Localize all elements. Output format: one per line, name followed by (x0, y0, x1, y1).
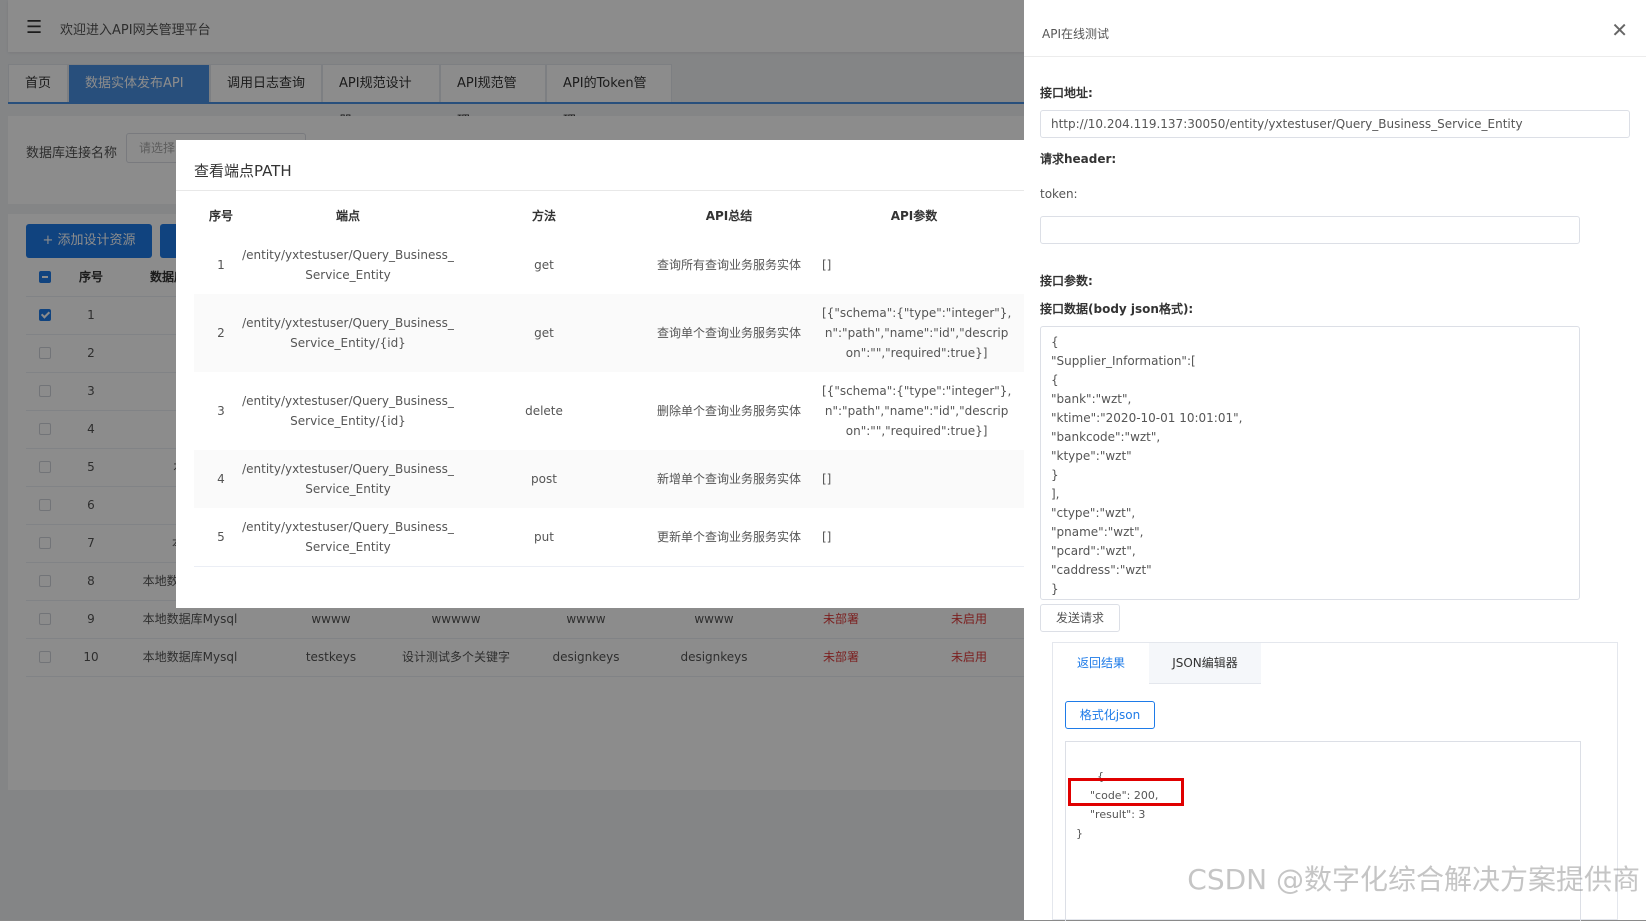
column-header: API参数 (890, 209, 938, 223)
cell-no: 5 (217, 530, 225, 544)
cell-path: /entity/yxtestuser/Query_Business_ Servi… (242, 520, 454, 554)
cell-path: /entity/yxtestuser/Query_Business_ Servi… (242, 394, 454, 428)
result-highlight-box (1068, 778, 1184, 806)
cell-params: [] (822, 472, 832, 486)
endpoint-row: 3/entity/yxtestuser/Query_Business_ Serv… (194, 372, 1056, 451)
watermark-text: CSDN @数字化综合解决方案提供商 (1187, 863, 1640, 896)
cell-params: [] (822, 530, 832, 544)
body-json-textarea[interactable]: { "Supplier_Information":[ { "bank":"wzt… (1040, 326, 1580, 600)
divider (1024, 56, 1646, 57)
cell-no: 4 (217, 472, 225, 486)
cell-method: put (534, 530, 554, 544)
cell-params: [] (822, 258, 832, 272)
column-header: API总结 (705, 209, 753, 223)
cell-method: get (534, 326, 554, 340)
divider (176, 190, 1056, 191)
api-test-drawer: API在线测试 ✕ 接口地址: http://10.204.119.137:30… (1024, 0, 1646, 921)
params-label: 接口参数: (1040, 274, 1093, 288)
endpoint-row: 1/entity/yxtestuser/Query_Business_ Serv… (194, 236, 1056, 295)
cell-summary: 删除单个查询业务服务实体 (656, 404, 801, 418)
cell-method: get (534, 258, 554, 272)
column-header: 端点 (335, 209, 360, 223)
cell-params: [{"schema":{"type":"integer"}, n":"path"… (822, 306, 1012, 360)
token-label: token: (1040, 187, 1078, 201)
tab-result[interactable]: 返回结果 (1053, 643, 1150, 683)
cell-summary: 新增单个查询业务服务实体 (656, 472, 801, 486)
cell-method: post (531, 472, 557, 486)
dialog-title: 查看端点PATH (194, 162, 292, 180)
column-header: 方法 (531, 209, 556, 223)
cell-no: 2 (217, 326, 225, 340)
endpoint-row: 5/entity/yxtestuser/Query_Business_ Serv… (194, 508, 1056, 567)
body-label: 接口数据(body json格式): (1040, 302, 1194, 316)
cell-path: /entity/yxtestuser/Query_Business_ Servi… (242, 462, 454, 496)
endpoint-row: 4/entity/yxtestuser/Query_Business_ Serv… (194, 450, 1056, 509)
endpoint-path-dialog: 查看端点PATH 序号 端点 方法 API总结 API参数 1/entity/y… (176, 140, 1056, 608)
send-request-button[interactable]: 发送请求 (1040, 604, 1120, 632)
cell-path: /entity/yxtestuser/Query_Business_ Servi… (242, 248, 454, 282)
drawer-title: API在线测试 (1042, 27, 1109, 41)
token-input[interactable] (1040, 216, 1580, 244)
format-json-button[interactable]: 格式化json (1065, 701, 1155, 729)
dialog-table-header: 序号 端点 方法 API总结 API参数 (194, 196, 1056, 237)
cell-no: 3 (217, 404, 225, 418)
column-header: 序号 (208, 209, 233, 223)
header-label: 请求header: (1040, 152, 1117, 166)
url-input[interactable]: http://10.204.119.137:30050/entity/yxtes… (1040, 110, 1630, 138)
cell-params: [{"schema":{"type":"integer"}, n":"path"… (822, 384, 1012, 438)
url-label: 接口地址: (1040, 86, 1093, 100)
cell-no: 1 (217, 258, 225, 272)
tab-json-editor[interactable]: JSON编辑器 (1149, 643, 1261, 684)
cell-method: delete (525, 404, 563, 418)
cell-summary: 查询单个查询业务服务实体 (656, 326, 801, 340)
cell-summary: 查询所有查询业务服务实体 (656, 258, 801, 272)
close-icon[interactable]: ✕ (1611, 20, 1628, 40)
cell-summary: 更新单个查询业务服务实体 (656, 530, 801, 544)
endpoint-row: 2/entity/yxtestuser/Query_Business_ Serv… (194, 294, 1056, 373)
cell-path: /entity/yxtestuser/Query_Business_ Servi… (242, 316, 454, 350)
